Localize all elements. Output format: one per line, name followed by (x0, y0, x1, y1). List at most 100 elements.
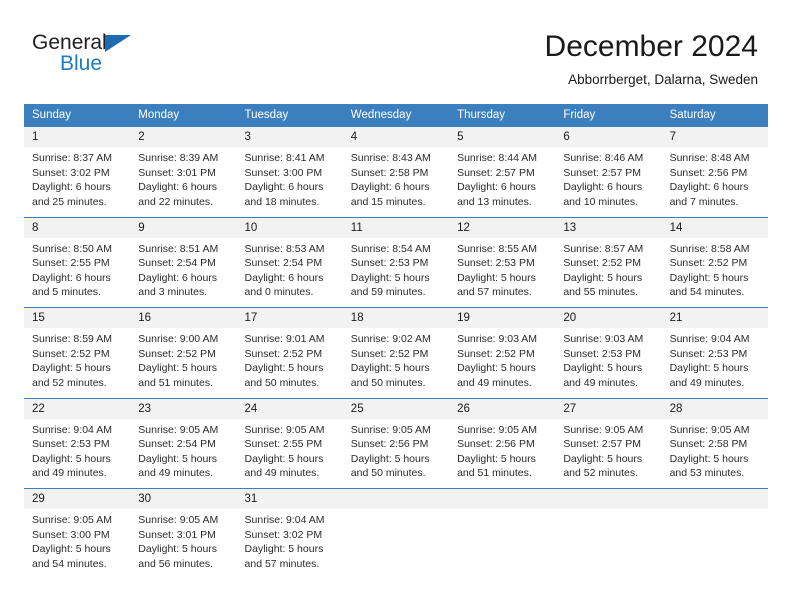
sunrise-text: Sunrise: 9:05 AM (457, 423, 538, 436)
calendar-day-cell[interactable]: 3 Sunrise: 8:41 AM Sunset: 3:00 PM Daylight… (236, 127, 343, 217)
calendar-day-cell[interactable]: 20 Sunrise: 9:03 AM Sunset: 2:53 PM Dayligh… (555, 308, 662, 398)
daylight-minutes-text: and 3 minutes. (138, 286, 208, 299)
calendar-day-cell[interactable]: 2 Sunrise: 8:39 AM Sunset: 3:01 PM Daylight… (130, 127, 237, 217)
day-number: 14 (661, 217, 768, 238)
sunset-text: Sunset: 3:02 PM (32, 166, 110, 179)
day-number: 22 (24, 398, 131, 419)
sunset-text: Sunset: 2:56 PM (350, 438, 429, 451)
calendar-day-cell[interactable]: 14 Sunrise: 8:58 AM Sunset: 2:52 PM Dayligh… (661, 217, 768, 308)
daylight-minutes-text: and 13 minutes. (457, 195, 532, 208)
daylight-minutes-text: and 50 minutes. (350, 376, 426, 389)
sunset-text: Sunset: 2:53 PM (563, 347, 641, 360)
daylight-hours-text: Daylight: 5 hours (138, 362, 218, 375)
daylight-hours-text: Daylight: 5 hours (457, 271, 536, 284)
daylight-hours-text: Daylight: 6 hours (669, 181, 749, 194)
calendar-day-cell[interactable]: 9 Sunrise: 8:51 AM Sunset: 2:54 PM Daylight… (130, 217, 237, 308)
daylight-minutes-text: and 51 minutes. (457, 467, 532, 480)
sunset-text: Sunset: 3:00 PM (244, 166, 323, 179)
daylight-hours-text: Daylight: 5 hours (563, 362, 643, 375)
day-details: Sunrise: 9:01 AM Sunset: 2:52 PM Daylight:… (237, 328, 343, 390)
calendar-day-cell[interactable]: 11 Sunrise: 8:54 AM Sunset: 2:53 PM Dayligh… (342, 217, 450, 308)
calendar-day-cell[interactable]: 12 Sunrise: 8:55 AM Sunset: 2:53 PM Dayligh… (449, 217, 556, 308)
sunset-text: Sunset: 2:52 PM (244, 347, 323, 360)
calendar-day-cell[interactable]: 28 Sunrise: 9:05 AM Sunset: 2:58 PM Dayligh… (661, 398, 768, 489)
day-details: Sunrise: 9:02 AM Sunset: 2:52 PM Daylight:… (343, 328, 449, 390)
daylight-minutes-text: and 0 minutes. (244, 286, 314, 299)
calendar-day-cell[interactable]: 7 Sunrise: 8:48 AM Sunset: 2:56 PM Daylight… (661, 127, 768, 217)
calendar-day-cell[interactable]: 30 Sunrise: 9:05 AM Sunset: 3:01 PM Dayligh… (130, 489, 237, 580)
sunset-text: Sunset: 2:55 PM (32, 257, 110, 270)
day-details: Sunrise: 8:53 AM Sunset: 2:54 PM Daylight:… (237, 238, 343, 300)
calendar-day-cell[interactable]: 27 Sunrise: 9:05 AM Sunset: 2:57 PM Dayligh… (555, 398, 662, 489)
daylight-minutes-text: and 7 minutes. (669, 195, 739, 208)
day-details: Sunrise: 8:51 AM Sunset: 2:54 PM Daylight:… (130, 238, 236, 300)
day-details: Sunrise: 8:54 AM Sunset: 2:53 PM Daylight:… (343, 238, 449, 300)
sunrise-text: Sunrise: 8:46 AM (563, 152, 644, 164)
calendar-day-cell[interactable]: 15 Sunrise: 8:59 AM Sunset: 2:52 PM Dayligh… (24, 308, 131, 398)
sunrise-text: Sunrise: 9:05 AM (138, 423, 219, 436)
logo-text-general: General (32, 31, 107, 54)
calendar-body: 1 Sunrise: 8:37 AM Sunset: 3:02 PM Daylight… (24, 126, 768, 580)
calendar-day-cell[interactable]: 26 Sunrise: 9:05 AM Sunset: 2:56 PM Dayligh… (449, 398, 556, 489)
calendar-day-cell[interactable]: 23 Sunrise: 9:05 AM Sunset: 2:54 PM Dayligh… (130, 398, 237, 489)
daylight-minutes-text: and 49 minutes. (244, 467, 320, 480)
calendar-day-cell[interactable]: 22 Sunrise: 9:04 AM Sunset: 2:53 PM Dayligh… (24, 398, 131, 489)
day-number: 26 (449, 398, 556, 419)
sunrise-text: Sunrise: 8:48 AM (669, 152, 750, 164)
sunset-text: Sunset: 2:57 PM (563, 438, 641, 451)
day-number: 2 (130, 127, 237, 147)
sunrise-text: Sunrise: 8:55 AM (457, 242, 538, 255)
daylight-hours-text: Daylight: 5 hours (563, 452, 643, 465)
day-details: Sunrise: 9:05 AM Sunset: 2:58 PM Daylight:… (662, 419, 768, 481)
sunrise-text: Sunrise: 8:39 AM (138, 152, 219, 164)
day-number: 7 (661, 127, 768, 147)
day-number: 21 (661, 308, 768, 328)
calendar-day-cell[interactable]: 8 Sunrise: 8:50 AM Sunset: 2:55 PM Daylight… (24, 217, 131, 308)
sunrise-text: Sunrise: 9:05 AM (32, 514, 112, 526)
daylight-minutes-text: and 10 minutes. (563, 195, 639, 208)
calendar-day-cell[interactable]: 21 Sunrise: 9:04 AM Sunset: 2:53 PM Dayligh… (661, 308, 768, 398)
day-details: Sunrise: 9:04 AM Sunset: 2:53 PM Daylight:… (662, 328, 768, 390)
calendar-day-cell[interactable]: 29 Sunrise: 9:05 AM Sunset: 3:00 PM Dayligh… (24, 489, 131, 580)
general-blue-logo[interactable]: General Blue (32, 32, 162, 84)
calendar-day-cell[interactable]: 19 Sunrise: 9:03 AM Sunset: 2:52 PM Dayligh… (449, 308, 556, 398)
calendar-day-cell[interactable]: 16 Sunrise: 9:00 AM Sunset: 2:52 PM Dayligh… (130, 308, 237, 398)
sunset-text: Sunset: 2:56 PM (669, 166, 748, 179)
calendar-day-cell[interactable]: 1 Sunrise: 8:37 AM Sunset: 3:02 PM Daylight… (24, 127, 131, 217)
calendar-day-cell[interactable]: 25 Sunrise: 9:05 AM Sunset: 2:56 PM Dayligh… (342, 398, 450, 489)
daylight-hours-text: Daylight: 5 hours (32, 362, 111, 375)
sunrise-text: Sunrise: 9:05 AM (669, 423, 750, 436)
sunrise-text: Sunrise: 8:57 AM (563, 242, 644, 255)
day-details: Sunrise: 8:44 AM Sunset: 2:57 PM Daylight:… (449, 147, 555, 209)
calendar-day-cell[interactable]: 5 Sunrise: 8:44 AM Sunset: 2:57 PM Daylight… (449, 127, 556, 217)
sunset-text: Sunset: 2:53 PM (457, 257, 535, 270)
day-details: Sunrise: 8:57 AM Sunset: 2:52 PM Daylight:… (555, 238, 661, 300)
day-number: 13 (555, 217, 662, 238)
calendar-day-cell-empty (555, 489, 662, 580)
day-details: Sunrise: 8:43 AM Sunset: 2:58 PM Daylight:… (343, 147, 449, 209)
daylight-minutes-text: and 56 minutes. (138, 557, 213, 570)
daylight-hours-text: Daylight: 5 hours (457, 452, 536, 465)
day-details: Sunrise: 9:00 AM Sunset: 2:52 PM Daylight:… (130, 328, 236, 390)
day-number: 9 (130, 217, 237, 238)
day-details: Sunrise: 9:05 AM Sunset: 2:57 PM Daylight:… (555, 419, 661, 481)
calendar-grid: Sunday Monday Tuesday Wednesday Thursday Frid… (24, 104, 768, 580)
page-header: General Blue December 2024 Abborrberget,… (24, 28, 768, 98)
calendar-day-cell[interactable]: 18 Sunrise: 9:02 AM Sunset: 2:52 PM Dayligh… (342, 308, 450, 398)
calendar-day-cell[interactable]: 17 Sunrise: 9:01 AM Sunset: 2:52 PM Dayligh… (236, 308, 343, 398)
calendar-day-cell[interactable]: 6 Sunrise: 8:46 AM Sunset: 2:57 PM Daylight… (555, 127, 662, 217)
logo-text-blue: Blue (60, 52, 103, 75)
daylight-minutes-text: and 5 minutes. (32, 286, 101, 299)
calendar-day-cell[interactable]: 10 Sunrise: 8:53 AM Sunset: 2:54 PM Dayligh… (236, 217, 343, 308)
calendar-day-cell[interactable]: 24 Sunrise: 9:05 AM Sunset: 2:55 PM Dayligh… (236, 398, 343, 489)
calendar-week-row: 22 Sunrise: 9:04 AM Sunset: 2:53 PM Dayligh… (24, 397, 768, 489)
calendar-day-cell[interactable]: 31 Sunrise: 9:04 AM Sunset: 3:02 PM Dayligh… (236, 489, 343, 580)
sunset-text: Sunset: 2:53 PM (350, 257, 429, 270)
calendar-week-row: 1 Sunrise: 8:37 AM Sunset: 3:02 PM Daylight… (24, 126, 768, 217)
calendar-day-cell[interactable]: 13 Sunrise: 8:57 AM Sunset: 2:52 PM Dayligh… (555, 217, 662, 308)
daylight-minutes-text: and 18 minutes. (244, 195, 320, 208)
daylight-hours-text: Daylight: 5 hours (669, 362, 749, 375)
sunrise-text: Sunrise: 8:53 AM (244, 242, 325, 255)
calendar-day-cell-empty (449, 489, 556, 580)
calendar-day-cell[interactable]: 4 Sunrise: 8:43 AM Sunset: 2:58 PM Daylight… (342, 127, 450, 217)
